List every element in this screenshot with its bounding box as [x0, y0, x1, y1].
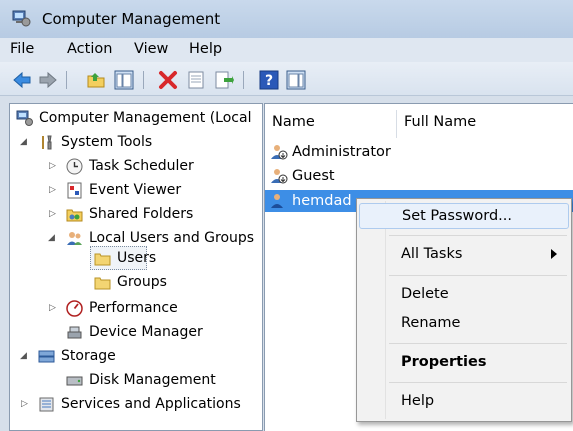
menu-item-label: Rename	[401, 315, 461, 331]
menu-item-label: Help	[401, 393, 435, 409]
storage-icon	[38, 350, 55, 363]
menu-file[interactable]: File	[10, 41, 34, 57]
tree-label: Groups	[117, 274, 167, 290]
window-title: Computer Management	[42, 10, 221, 28]
toolbar-separator	[243, 71, 244, 89]
menu-view[interactable]: View	[134, 41, 168, 57]
toolbar: ?	[0, 62, 573, 96]
tree-label: Performance	[89, 300, 178, 316]
expand-arrow-icon[interactable]: ▷	[49, 203, 56, 225]
tree-label: Shared Folders	[89, 206, 194, 222]
tree-label: Storage	[61, 348, 116, 364]
tree-label: Task Scheduler	[89, 158, 194, 174]
help-icon[interactable]: ?	[259, 70, 279, 90]
menu-separator	[389, 235, 567, 236]
tree-label: Computer Management (Local	[39, 110, 252, 126]
console-tree: Computer Management (Local ◢ System Tool…	[9, 103, 263, 431]
menu-gutter	[385, 201, 386, 419]
menu-separator	[389, 343, 567, 344]
menu-item-label: Delete	[401, 286, 449, 302]
menu-item-help[interactable]: Help	[359, 389, 569, 415]
submenu-arrow-icon	[551, 249, 557, 259]
collapse-arrow-icon[interactable]: ◢	[20, 131, 27, 153]
expand-arrow-icon[interactable]: ▷	[49, 297, 56, 319]
menu-item-delete[interactable]: Delete	[359, 282, 569, 308]
up-folder-icon[interactable]	[86, 70, 106, 90]
svg-text:?: ?	[265, 73, 273, 89]
expand-arrow-icon[interactable]: ▷	[49, 179, 56, 201]
collapse-arrow-icon[interactable]: ◢	[20, 345, 27, 367]
menu-item-properties[interactable]: Properties	[359, 350, 569, 376]
user-icon	[271, 194, 283, 208]
properties-icon[interactable]	[186, 70, 206, 90]
tree-label: Services and Applications	[61, 396, 241, 412]
tree-label: System Tools	[61, 134, 153, 150]
column-header-full-name[interactable]: Full Name	[404, 114, 476, 130]
context-menu: Set Password... All Tasks Delete Rename …	[356, 198, 572, 422]
column-separator[interactable]	[396, 110, 397, 138]
services-icon	[39, 397, 54, 412]
menu-item-all-tasks[interactable]: All Tasks	[359, 242, 569, 268]
menu-item-label: All Tasks	[401, 246, 463, 262]
menu-bar: File Action View Help	[0, 38, 573, 62]
delete-icon[interactable]	[158, 70, 178, 90]
device-manager-icon	[67, 326, 82, 339]
folder-icon	[94, 277, 111, 290]
folder-icon	[94, 253, 111, 266]
user-name: Administrator	[292, 144, 391, 160]
toolbar-separator	[66, 71, 67, 89]
collapse-arrow-icon[interactable]: ◢	[48, 227, 55, 249]
disabled-user-icon	[271, 169, 288, 184]
disk-management-icon	[66, 376, 83, 386]
expand-arrow-icon[interactable]: ▷	[21, 393, 28, 415]
menu-item-label: Set Password...	[402, 208, 512, 224]
computer-management-icon	[16, 110, 33, 126]
back-arrow-icon[interactable]	[12, 70, 32, 90]
menu-help[interactable]: Help	[189, 41, 222, 57]
export-list-icon[interactable]	[214, 70, 234, 90]
toolbar-separator	[143, 71, 144, 89]
menu-action[interactable]: Action	[67, 41, 112, 57]
menu-item-rename[interactable]: Rename	[359, 311, 569, 337]
user-name: Guest	[292, 168, 335, 184]
system-tools-icon	[42, 135, 52, 150]
tree-label: Users	[117, 250, 157, 266]
computer-management-icon	[12, 10, 31, 27]
performance-icon	[66, 300, 83, 317]
menu-item-set-password[interactable]: Set Password...	[359, 203, 569, 229]
show-hide-console-tree-icon[interactable]	[114, 70, 134, 90]
action-pane-icon[interactable]	[286, 70, 306, 90]
tree-label: Event Viewer	[89, 182, 182, 198]
tree-label: Disk Management	[89, 372, 216, 388]
forward-arrow-icon[interactable]	[38, 70, 58, 90]
user-name: hemdad	[292, 193, 352, 209]
menu-item-label: Properties	[401, 354, 487, 370]
tree-label: Device Manager	[89, 324, 203, 340]
event-viewer-icon	[67, 182, 82, 199]
users-group-icon	[67, 232, 82, 245]
column-header-name[interactable]: Name	[272, 114, 315, 130]
clock-icon	[66, 158, 83, 175]
disabled-user-icon	[271, 145, 288, 160]
menu-separator	[389, 275, 567, 276]
expand-arrow-icon[interactable]: ▷	[49, 155, 56, 177]
shared-folder-icon	[66, 209, 83, 222]
title-bar: Computer Management	[0, 0, 573, 38]
menu-separator	[389, 382, 567, 383]
